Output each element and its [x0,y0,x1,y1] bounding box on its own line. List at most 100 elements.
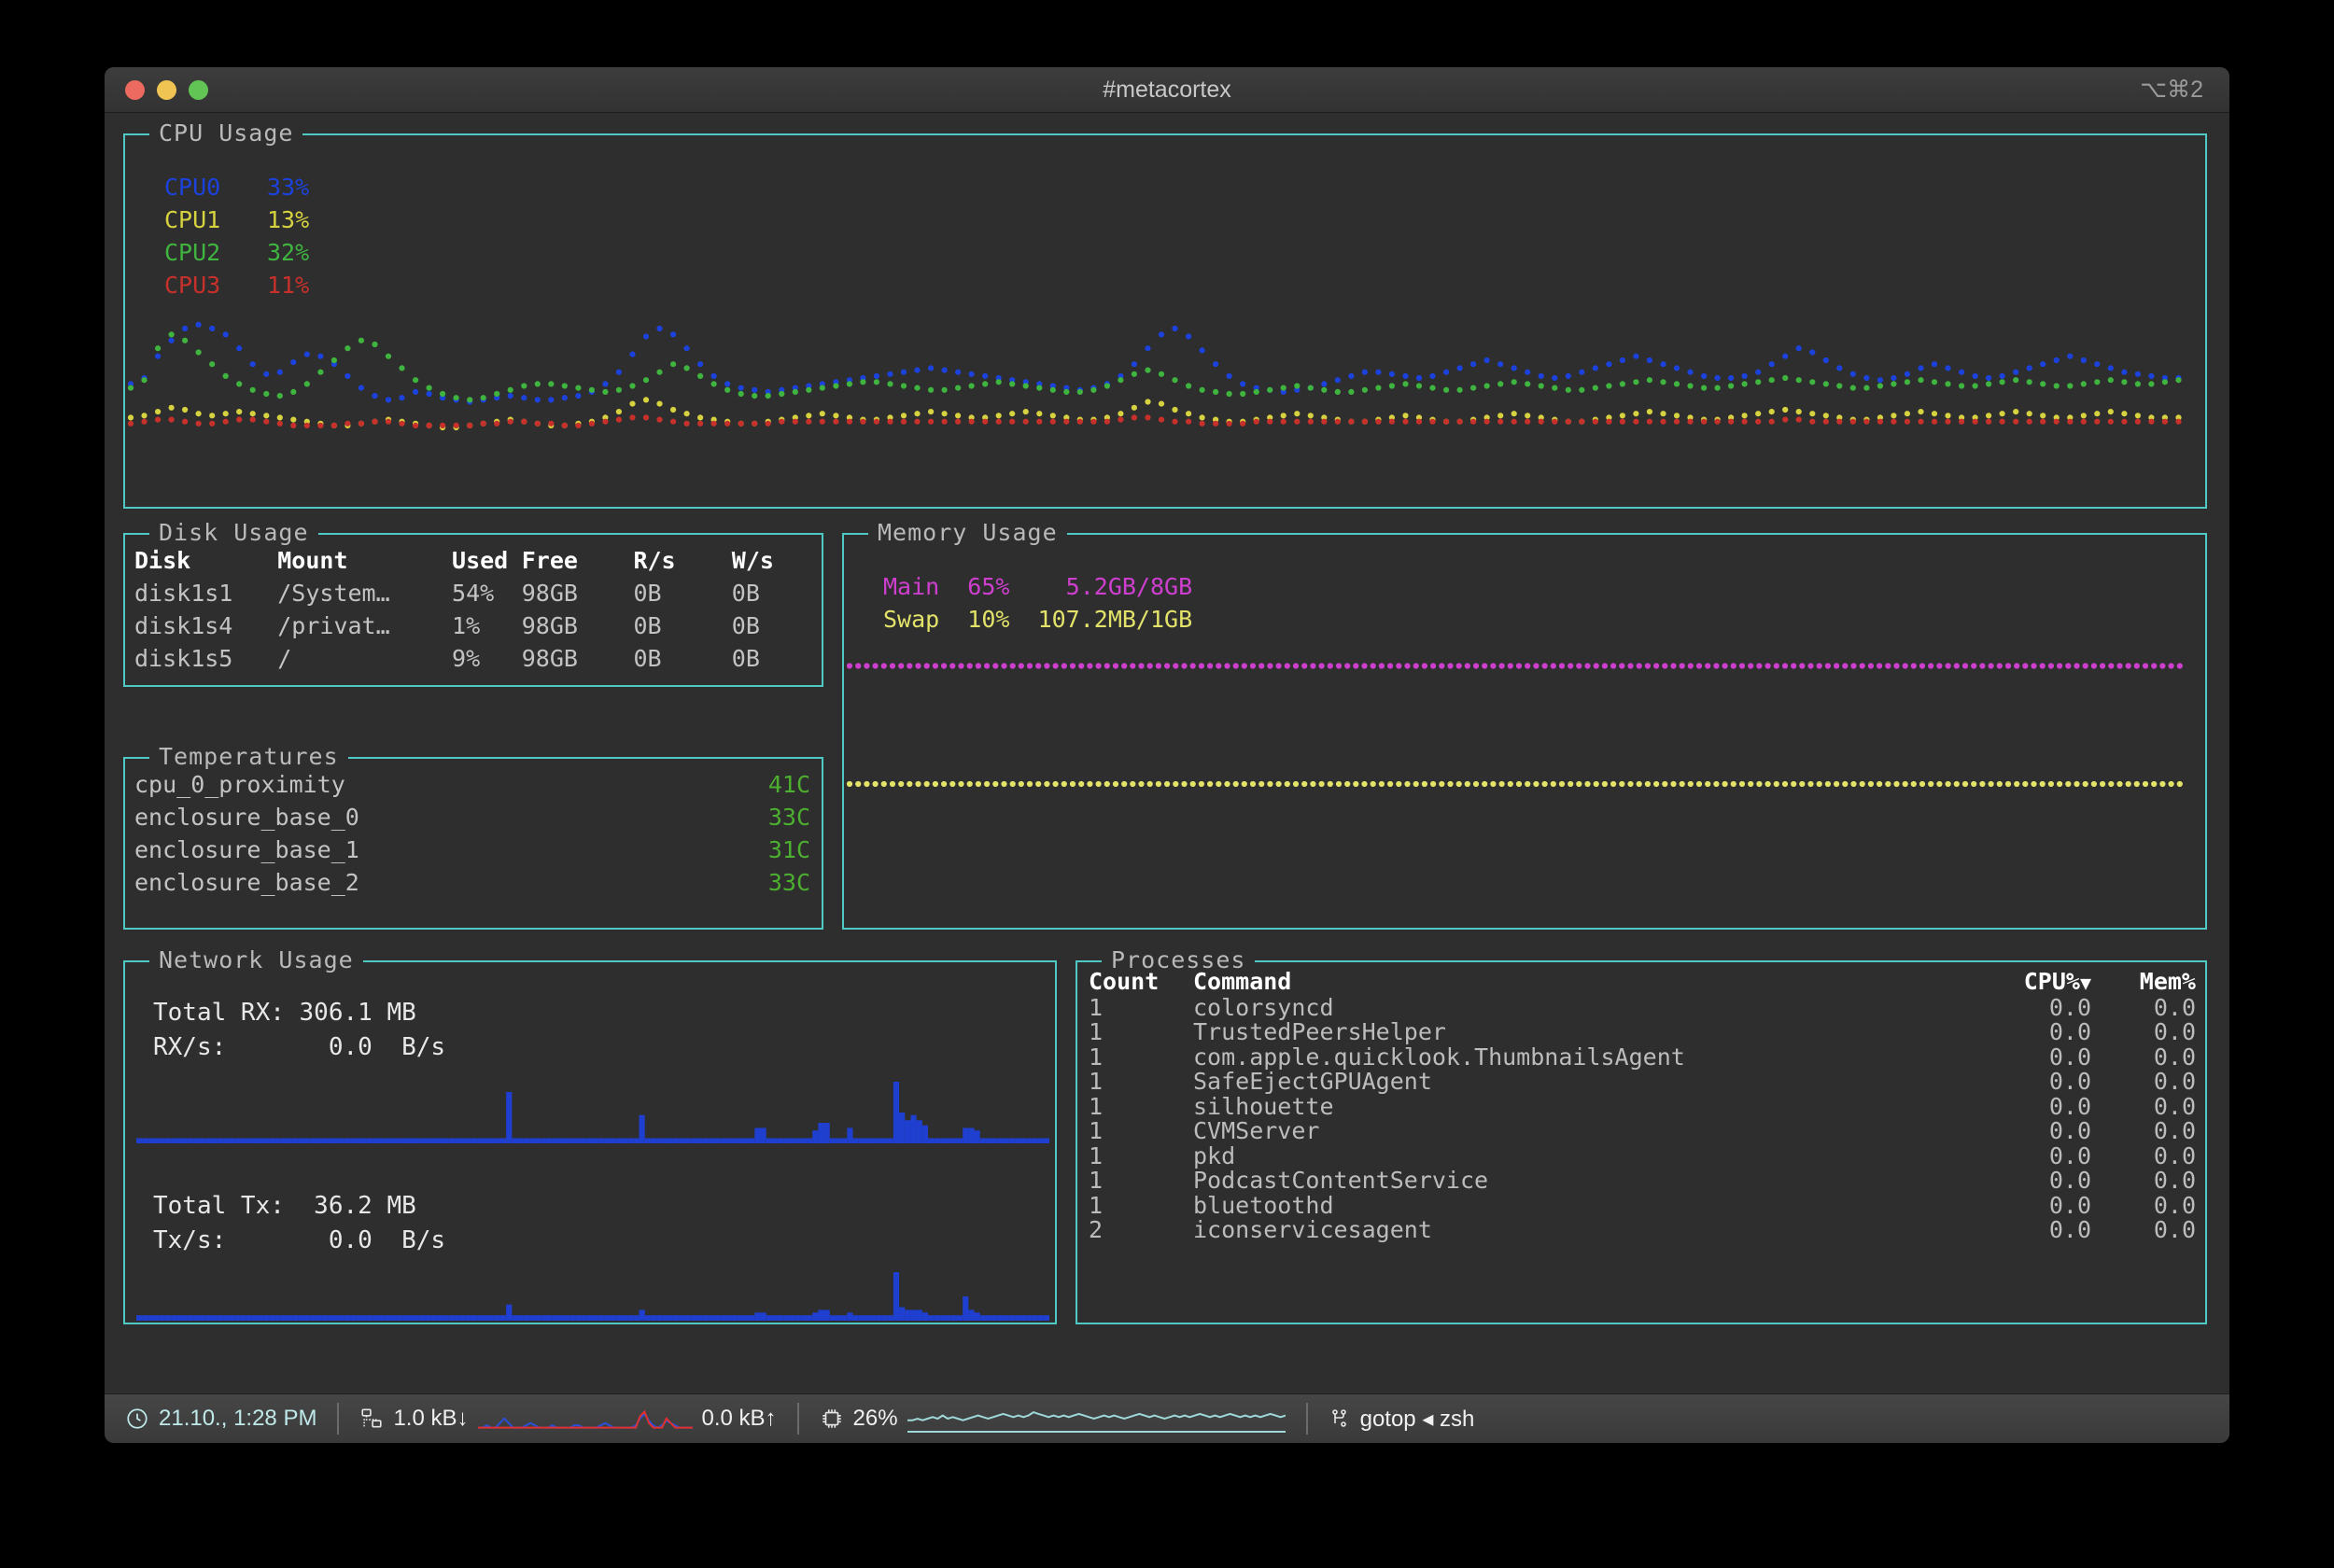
processes-panel[interactable]: Processes Count Command CPU%▼ Mem% 1 colorsyn… [1076,946,2207,1324]
process-cell-mem: 0.0 [2153,1216,2196,1243]
memory-usage-panel[interactable]: Memory Usage Main 65% 5.2GB/8GB Swap 10% … [842,519,2207,930]
disk-header-disk[interactable]: Disk [134,544,277,577]
process-cell-cpu: 0.0 [2048,1216,2091,1243]
disk-cell-free: 98GB [521,645,578,672]
network-up-label: 0.0 kB↑ [701,1406,777,1431]
disk-cell-rs: 0B [633,612,662,639]
process-cell-cpu: 0.0 [2048,1092,2091,1120]
process-cell-count: 1 [1089,1043,1104,1071]
process-cell-command: PodcastContentService [1193,1167,1489,1194]
memory-legend: Main 65% 5.2GB/8GB Swap 10% 107.2MB/1GB [883,570,1192,636]
window-title: #metacortex [1103,76,1231,103]
cpu-usage-panel[interactable]: CPU Usage CPU0 33% CPU1 13% CPU2 32% CPU… [123,119,2207,509]
disk-cell-ws: 0B [731,612,760,639]
process-cell-cpu: 0.0 [2048,993,2091,1021]
process-header-mem[interactable]: Mem% [2091,969,2196,996]
process-cell-cpu: 0.0 [2048,1117,2091,1144]
close-button[interactable] [125,79,145,100]
disk-header-ws[interactable]: W/s [732,544,812,577]
disk-cell-rs: 0B [633,645,662,672]
process-cell-command: pkd [1193,1141,1236,1169]
traffic-lights [125,79,208,100]
cpu-percent-label: 26% [852,1406,898,1431]
process-cell-count: 1 [1089,1117,1104,1144]
table-row: disk1s1/System… 54% 98GB 0B 0B [134,577,812,609]
process-cell-command: bluetoothd [1193,1191,1334,1219]
process-cell-command: SafeEjectGPUAgent [1193,1068,1432,1095]
table-row[interactable]: 1 CVMServer 0.0 0.0 [1089,1117,2196,1144]
cpu-usage-chart [127,321,2182,431]
minimize-button[interactable] [157,79,176,100]
cpu-legend-row: CPU3 11% [164,269,309,301]
status-session-section[interactable]: gotop ◂ zsh [1308,1394,1496,1443]
disk-header-free[interactable]: Free [522,544,634,577]
cpu0-value: 33% [267,174,310,201]
table-row[interactable]: 1 pkd 0.0 0.0 [1089,1141,2196,1169]
cpu-legend-row: CPU0 33% [164,171,309,203]
disk-usage-panel[interactable]: Disk Usage Disk Mount Used Free R/s W/s disk1s… [123,519,823,687]
temperature-sensor-name: enclosure_base_1 [134,836,359,863]
temperature-sensor-name: enclosure_base_2 [134,869,359,896]
network-rx-total: Total RX: 306.1 MB [153,999,416,1027]
table-row[interactable]: 1 com.apple.quicklook.ThumbnailsAgent 0.0 0… [1089,1043,2196,1071]
disk-header-used[interactable]: Used [452,544,522,577]
gotop-tui: CPU Usage CPU0 33% CPU1 13% CPU2 32% CPU… [105,113,2229,1393]
table-row[interactable]: 1 colorsyncd 0.0 0.0 [1089,993,2196,1021]
temperature-row: enclosure_base_0 33C [134,801,810,833]
process-cell-mem: 0.0 [2153,1117,2196,1144]
memory-legend-row: Swap 10% 107.2MB/1GB [883,606,1193,633]
process-cell-command: silhouette [1193,1092,1334,1120]
temperature-value: 33C [767,804,810,831]
table-row: disk1s4/privat… 1% 98GB 0B 0B [134,609,812,642]
network-tx-total: Total Tx: 36.2 MB [153,1192,416,1220]
disk-cell-rs: 0B [633,580,662,607]
process-header-count[interactable]: Count [1089,969,1193,996]
table-row[interactable]: 1 TrustedPeersHelper 0.0 0.0 [1089,1019,2196,1045]
status-network-section[interactable]: 1.0 kB↓ 0.0 kB↑ [339,1394,796,1443]
process-cell-count: 1 [1089,1068,1104,1095]
table-row[interactable]: 1 SafeEjectGPUAgent 0.0 0.0 [1089,1068,2196,1095]
table-row[interactable]: 1 bluetoothd 0.0 0.0 [1089,1191,2196,1219]
window-titlebar: #metacortex ⌥⌘2 [105,67,2229,113]
temperatures-panel[interactable]: Temperatures cpu_0_proximity 41C enclosure… [123,743,823,930]
process-header-cpu[interactable]: CPU%▼ [1987,969,2091,996]
process-cell-command: colorsyncd [1193,993,1334,1021]
process-cell-mem: 0.0 [2153,1141,2196,1169]
disk-header-mount[interactable]: Mount [277,544,452,577]
process-cell-cpu: 0.0 [2048,1191,2091,1219]
process-cell-command: com.apple.quicklook.ThumbnailsAgent [1193,1043,1685,1071]
process-cell-count: 1 [1089,993,1104,1021]
status-clock-section[interactable]: 21.10., 1:28 PM [105,1394,337,1443]
table-row[interactable]: 1 PodcastContentService 0.0 0.0 [1089,1167,2196,1194]
network-tx-rate: Tx/s: 0.0 B/s [153,1226,446,1254]
process-header-command[interactable]: Command [1193,969,1987,996]
process-cell-count: 2 [1089,1216,1104,1243]
table-header-row: Count Command CPU%▼ Mem% [1089,969,2196,996]
process-cell-count: 1 [1089,1092,1104,1120]
process-cell-mem: 0.0 [2153,1167,2196,1194]
processes-table[interactable]: Count Command CPU%▼ Mem% 1 colorsyncd 0.0 0.0 1 T… [1089,969,2196,1243]
cpu3-label: CPU3 [164,272,221,299]
process-cell-cpu: 0.0 [2048,1167,2091,1194]
table-row: disk1s5 / 9% 98GB 0B 0B [134,642,812,675]
clock-icon [125,1407,149,1431]
disk-cell-disk: disk1s4 [134,612,233,639]
network-icon [359,1407,384,1431]
temperature-value: 31C [767,836,810,863]
network-tx-chart [136,1272,1049,1321]
status-cpu-section[interactable]: 26% [799,1394,1306,1443]
memory-legend-row: Main 65% 5.2GB/8GB [883,573,1193,600]
process-cell-mem: 0.0 [2153,993,2196,1021]
zoom-button[interactable] [189,79,208,100]
disk-cell-used: 9% [452,645,481,672]
disk-header-rs[interactable]: R/s [633,544,731,577]
cpu-legend-row: CPU1 13% [164,203,309,236]
process-cell-mem: 0.0 [2153,1092,2196,1120]
disk-cell-mount: /System… [277,580,390,607]
disk-cell-disk: disk1s1 [134,580,233,607]
disk-cell-ws: 0B [731,580,760,607]
table-row[interactable]: 2 iconservicesagent 0.0 0.0 [1089,1216,2196,1243]
table-row[interactable]: 1 silhouette 0.0 0.0 [1089,1092,2196,1120]
temperature-sensor-name: cpu_0_proximity [134,771,345,798]
network-usage-panel[interactable]: Network Usage Total RX: 306.1 MB RX/s: 0… [123,946,1057,1324]
